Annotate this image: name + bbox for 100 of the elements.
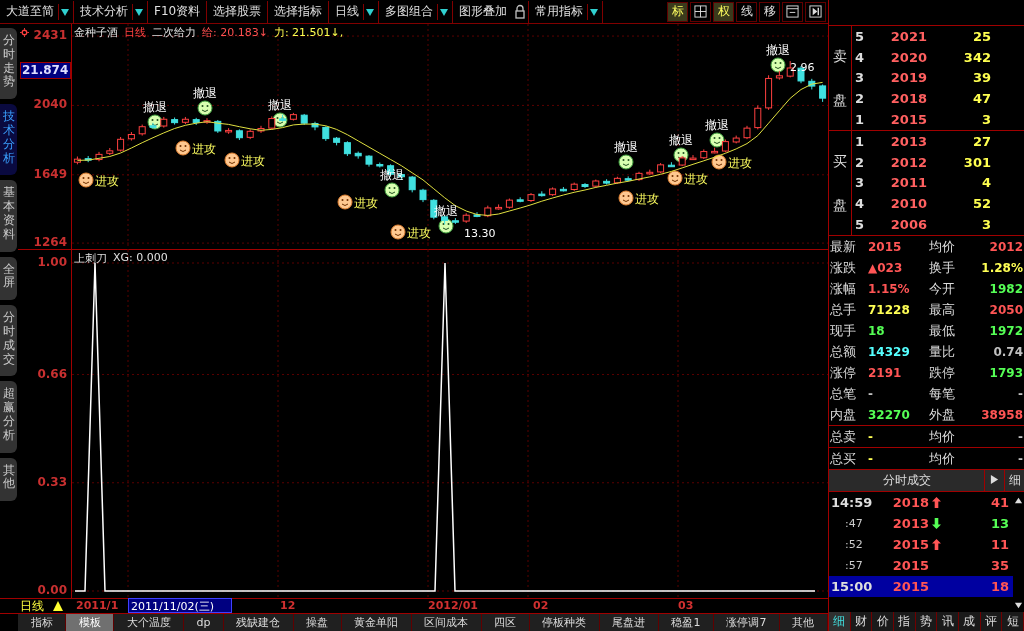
quote-label: 总笔 (830, 384, 857, 403)
quote-value: 1.15% (867, 281, 911, 296)
side-label: 卖盘 (829, 26, 852, 130)
retreat-label: 撤退 (193, 86, 217, 100)
order-price: 2006 (889, 217, 927, 233)
order-volume: 4 (980, 175, 991, 191)
attack-label: 进攻 (407, 226, 431, 240)
panel-title: 分时成交 (881, 472, 932, 489)
quote-value: 71228 (867, 302, 911, 317)
quote-value: 1793 (988, 365, 1024, 380)
quote-value: 32270 (867, 407, 911, 422)
trade-volume: 11 (989, 537, 1010, 552)
attack-label: 进攻 (192, 142, 216, 156)
trade-price: 2018 (891, 495, 929, 510)
axis-label: 1.00 (37, 255, 67, 269)
quote-label: 总手 (830, 300, 857, 319)
quote-label: 跌停 (928, 363, 956, 382)
retreat-label: 撤退 (268, 98, 292, 112)
level-number: 2 (854, 91, 866, 107)
quote-value: - (1017, 429, 1024, 444)
trade-time: :57 (844, 559, 864, 572)
quote-label: 均价 (928, 237, 956, 256)
axis-label: 0.66 (37, 366, 67, 381)
trade-price: 2015 (891, 558, 929, 573)
level-number: 5 (854, 217, 866, 233)
trade-price: 2013 (891, 516, 929, 531)
indicator-name: 上刺刀 (74, 251, 107, 266)
quote-value: - (867, 451, 874, 466)
level-number: 4 (854, 49, 866, 65)
order-price: 2019 (889, 70, 927, 86)
quote-value: 1.28% (980, 260, 1024, 275)
quote-value: 0.74 (992, 344, 1024, 359)
order-volume: 3 (980, 217, 991, 233)
quote-label: 总卖 (830, 427, 857, 446)
quote-label: 内盘 (830, 405, 857, 424)
axis-label: 0.00 (37, 583, 67, 597)
order-price: 2021 (889, 28, 927, 44)
indicator-name: 二次给力 (152, 25, 196, 40)
level-number: 4 (854, 196, 866, 212)
quote-value: 1972 (988, 323, 1024, 338)
order-volume: 301 (962, 154, 991, 170)
quote-value: ▲023 (867, 260, 904, 275)
period-label: 日线 (124, 25, 146, 40)
quote-label: 均价 (928, 449, 956, 468)
trade-time: 15:00 (830, 579, 874, 594)
quote-label: 均价 (928, 427, 956, 446)
quote-value: - (1017, 386, 1024, 401)
attack-label: 进攻 (635, 192, 659, 206)
quote-value: 2050 (988, 302, 1024, 317)
order-price: 2010 (889, 196, 927, 212)
date-label: 2011/1 (76, 599, 119, 612)
side-label: 买盘 (829, 131, 852, 235)
quote-label: 今开 (928, 279, 956, 298)
quote-label: 总买 (830, 449, 857, 468)
retreat-label: 撤退 (669, 133, 693, 147)
level-number: 5 (854, 28, 866, 44)
quote-value: 38958 (980, 407, 1024, 422)
level-number: 1 (854, 112, 866, 128)
date-label: 02 (533, 599, 549, 612)
order-volume: 39 (971, 70, 991, 86)
trade-volume: 18 (989, 579, 1010, 594)
order-price: 2012 (889, 154, 927, 170)
attack-label: 进攻 (354, 196, 378, 210)
order-price: 2011 (889, 175, 927, 191)
attack-label: 进攻 (684, 172, 708, 186)
axis-label: 2040 (33, 97, 67, 112)
attack-label: 进攻 (241, 154, 265, 168)
period-label: 日线 (20, 598, 44, 615)
retreat-label: 撤退 (143, 100, 167, 114)
trade-time: :47 (844, 517, 864, 530)
order-volume: 47 (971, 91, 991, 107)
axis-label: 0.33 (37, 474, 67, 489)
quote-label: 涨停 (830, 363, 857, 382)
quote-label: 现手 (830, 321, 857, 340)
order-volume: 27 (971, 133, 991, 149)
quote-label: 量比 (928, 342, 956, 361)
quote-label: 外盘 (928, 405, 956, 424)
order-volume: 3 (980, 112, 991, 128)
trade-time: 14:59 (830, 495, 874, 510)
date-label: 12 (280, 599, 296, 612)
indicator-readout: 力: 21.501↓, (273, 25, 344, 40)
level-number: 3 (854, 70, 866, 86)
quote-value: 2191 (867, 365, 903, 380)
trade-price: 2015 (891, 537, 929, 552)
trade-time: :52 (844, 538, 864, 551)
axis-label: 2431 (33, 28, 67, 43)
attack-label: 进攻 (728, 156, 752, 170)
order-price: 2018 (889, 91, 927, 107)
trade-price: 2015 (891, 579, 929, 594)
order-price: 2020 (889, 49, 927, 65)
date-label: 2012/01 (428, 599, 478, 612)
order-price: 2013 (889, 133, 927, 149)
attack-label: 进攻 (95, 174, 119, 188)
indicator-readout: 给: 20.183↓ (202, 25, 268, 40)
quote-value: 18 (867, 323, 886, 338)
order-volume: 52 (971, 196, 991, 212)
quote-value: 1982 (988, 281, 1024, 296)
order-price: 2015 (889, 112, 927, 128)
level-number: 1 (854, 133, 866, 149)
axis-label: 1649 (33, 166, 67, 181)
